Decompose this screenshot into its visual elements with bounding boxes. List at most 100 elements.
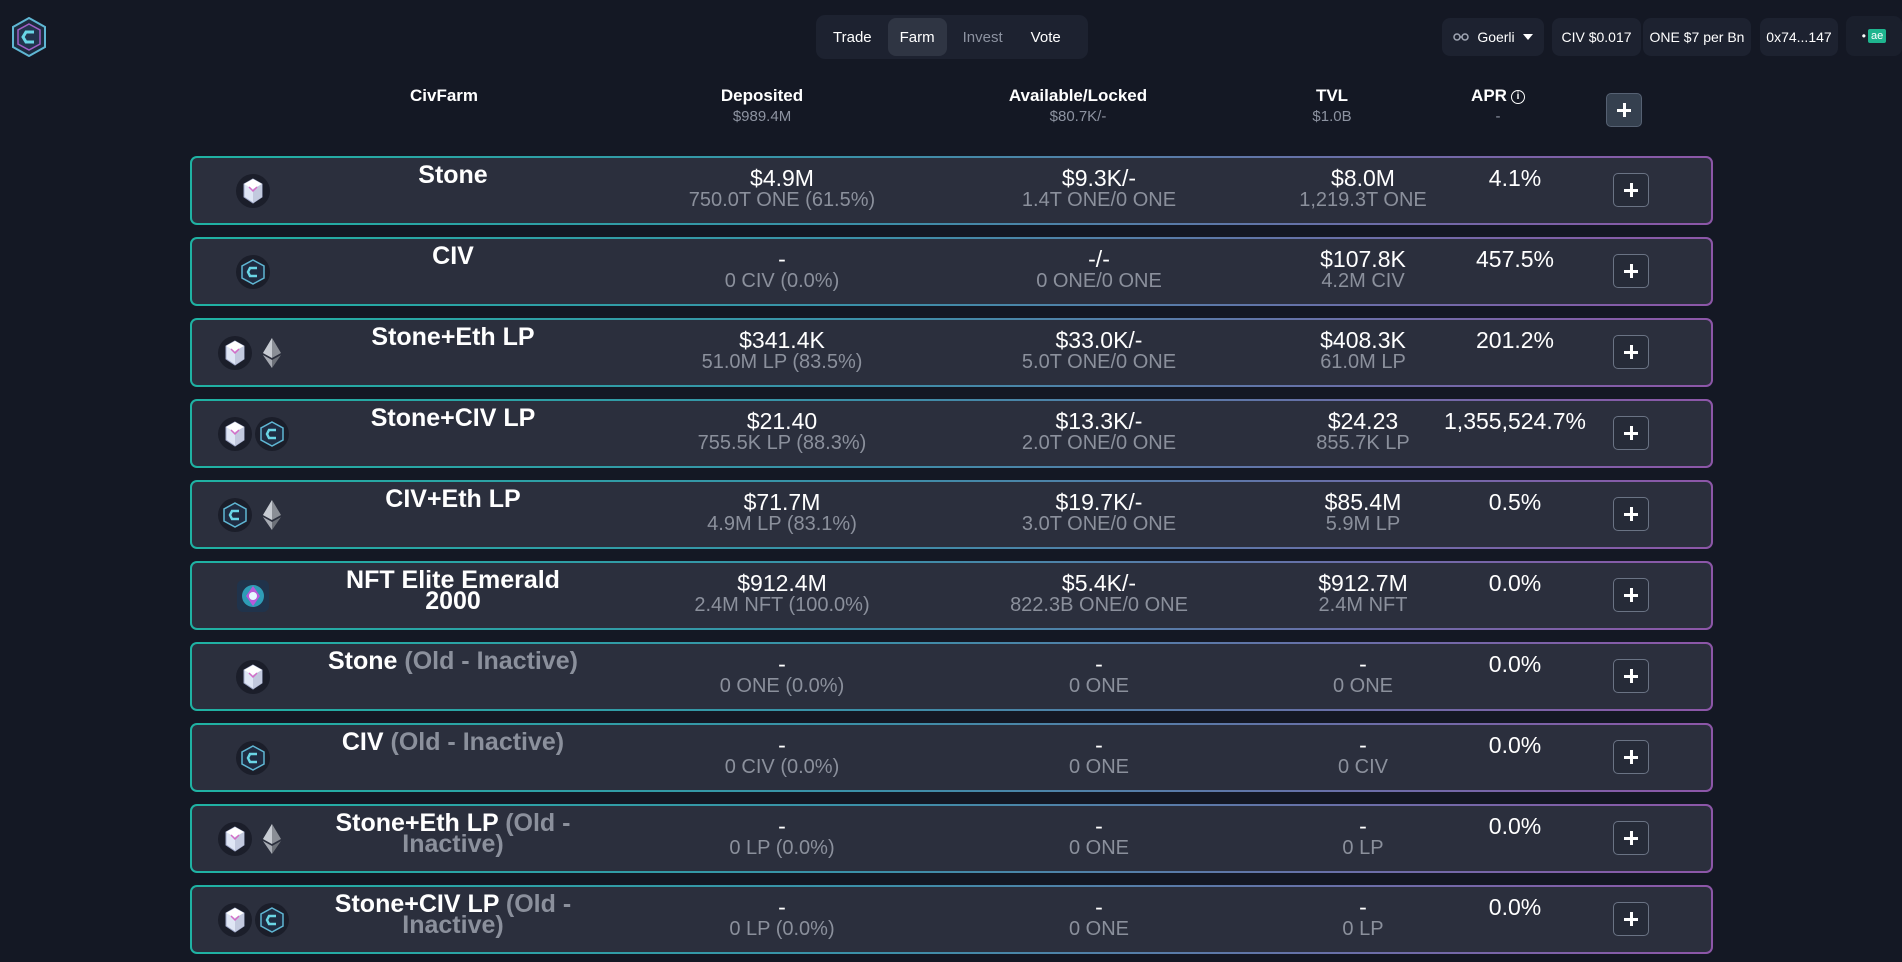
farm-name-label: CIV bbox=[432, 242, 474, 270]
main-nav: Trade Farm Invest Vote bbox=[816, 15, 1088, 59]
deposited-cell: - 0 ONE (0.0%) bbox=[632, 652, 932, 696]
deposited-value: $341.4K bbox=[739, 327, 825, 353]
farm-row[interactable]: NFT Elite Emerald 2000 $912.4M 2.4M NFT … bbox=[190, 561, 1713, 630]
plus-icon bbox=[1624, 831, 1638, 845]
plus-icon bbox=[1617, 103, 1631, 117]
civfarm-logo-icon[interactable] bbox=[11, 16, 47, 58]
deposited-value: $4.9M bbox=[750, 165, 814, 191]
tvl-detail: 0 CIV bbox=[1337, 756, 1389, 778]
farm-name: Stone+CIV LP (Old - Inactive) bbox=[318, 892, 588, 938]
network-selector[interactable]: Goerli bbox=[1442, 18, 1544, 56]
chevron-down-icon bbox=[1522, 34, 1533, 40]
expand-row-button[interactable] bbox=[1613, 497, 1649, 531]
goggles-icon bbox=[1453, 32, 1470, 42]
available-detail: 3.0T ONE/0 ONE bbox=[1021, 513, 1177, 535]
stone-token-icon bbox=[218, 821, 252, 856]
expand-row-button[interactable] bbox=[1613, 335, 1649, 369]
civ-token-icon bbox=[255, 902, 289, 937]
farm-name-label: CIV bbox=[341, 728, 384, 756]
available-value: $33.0K/- bbox=[1055, 327, 1143, 353]
deposited-detail: 750.0T ONE (61.5%) bbox=[688, 189, 876, 211]
deposited-detail: 755.5K LP (88.3%) bbox=[697, 432, 867, 454]
farm-name: CIV (Old - Inactive) bbox=[318, 730, 588, 755]
expand-row-button[interactable] bbox=[1613, 173, 1649, 207]
apr-value: 457.5% bbox=[1475, 246, 1554, 272]
column-header-deposited: Deposited $989.4M bbox=[662, 86, 862, 125]
plus-icon bbox=[1624, 426, 1638, 440]
farm-name: NFT Elite Emerald 2000 bbox=[318, 568, 588, 614]
civ-token-icon bbox=[218, 497, 252, 532]
tvl-detail: 61.0M LP bbox=[1320, 351, 1406, 373]
farm-column-title: CivFarm bbox=[409, 86, 479, 105]
token-icons bbox=[218, 401, 289, 466]
expand-row-button[interactable] bbox=[1613, 659, 1649, 693]
farm-row[interactable]: Stone+Eth LP (Old - Inactive) - 0 LP (0.… bbox=[190, 804, 1713, 873]
tab-vote[interactable]: Vote bbox=[1019, 18, 1073, 56]
farm-row[interactable]: CIV (Old - Inactive) - 0 CIV (0.0%) - 0 … bbox=[190, 723, 1713, 792]
account-button[interactable]: 0x74...147 bbox=[1760, 18, 1838, 56]
farm-name-label: Stone+CIV LP bbox=[370, 404, 536, 432]
expand-row-button[interactable] bbox=[1613, 578, 1649, 612]
inactive-label: (Old - Inactive) bbox=[383, 728, 565, 756]
tab-trade[interactable]: Trade bbox=[821, 18, 884, 56]
deposited-cell: $71.7M 4.9M LP (83.1%) bbox=[632, 490, 932, 534]
farm-row[interactable]: CIV - 0 CIV (0.0%) -/- 0 ONE/0 ONE $107.… bbox=[190, 237, 1713, 306]
available-cell: $19.7K/- 3.0T ONE/0 ONE bbox=[949, 490, 1249, 534]
farm-row[interactable]: Stone+Eth LP $341.4K 51.0M LP (83.5%) $3… bbox=[190, 318, 1713, 387]
farm-row-body: Stone+CIV LP (Old - Inactive) - 0 LP (0.… bbox=[192, 887, 1711, 952]
expand-row-button[interactable] bbox=[1613, 902, 1649, 936]
available-cell: -/- 0 ONE/0 ONE bbox=[949, 247, 1249, 291]
info-icon[interactable]: i bbox=[1510, 90, 1525, 104]
token-icons bbox=[236, 239, 270, 304]
wallet-button[interactable]: • ae bbox=[1846, 16, 1902, 56]
deposited-detail: 2.4M NFT (100.0%) bbox=[694, 594, 870, 616]
stone-token-icon bbox=[236, 659, 270, 694]
inactive-label: (Old - Inactive) bbox=[397, 647, 579, 675]
plus-icon bbox=[1624, 345, 1638, 359]
farm-row[interactable]: Stone (Old - Inactive) - 0 ONE (0.0%) - … bbox=[190, 642, 1713, 711]
tvl-detail: 0 LP bbox=[1342, 837, 1384, 859]
tvl-detail: 4.2M CIV bbox=[1321, 270, 1405, 292]
farm-row-body: CIV (Old - Inactive) - 0 CIV (0.0%) - 0 … bbox=[192, 725, 1711, 790]
available-cell: $33.0K/- 5.0T ONE/0 ONE bbox=[949, 328, 1249, 372]
wallet-icon: • ae bbox=[1862, 29, 1887, 43]
available-cell: - 0 ONE bbox=[949, 652, 1249, 696]
available-column-title: Available/Locked bbox=[1008, 86, 1148, 105]
apr-value: 1,355,524.7% bbox=[1444, 408, 1586, 434]
available-value: $13.3K/- bbox=[1055, 408, 1143, 434]
stone-token-icon bbox=[218, 902, 252, 937]
eth-token-icon bbox=[255, 822, 289, 856]
available-cell: $13.3K/- 2.0T ONE/0 ONE bbox=[949, 409, 1249, 453]
civ-price-badge[interactable]: CIV $0.017 bbox=[1552, 18, 1641, 56]
farm-row[interactable]: Stone+CIV LP (Old - Inactive) - 0 LP (0.… bbox=[190, 885, 1713, 954]
farm-row-body: Stone+Eth LP $341.4K 51.0M LP (83.5%) $3… bbox=[192, 320, 1711, 385]
farm-name: Stone+CIV LP bbox=[318, 406, 588, 431]
tab-farm[interactable]: Farm bbox=[887, 18, 947, 56]
farm-row[interactable]: Stone $4.9M 750.0T ONE (61.5%) $9.3K/- 1… bbox=[190, 156, 1713, 225]
expand-row-button[interactable] bbox=[1613, 416, 1649, 450]
farm-name: Stone bbox=[318, 163, 588, 188]
expand-row-button[interactable] bbox=[1613, 254, 1649, 288]
available-cell: - 0 ONE bbox=[949, 895, 1249, 939]
tab-invest[interactable]: Invest bbox=[951, 18, 1015, 56]
civ-token-icon bbox=[236, 254, 270, 289]
deposited-value: - bbox=[778, 813, 786, 839]
add-farm-button[interactable] bbox=[1606, 93, 1642, 127]
deposited-cell: $341.4K 51.0M LP (83.5%) bbox=[632, 328, 932, 372]
deposited-detail: 0 LP (0.0%) bbox=[729, 837, 835, 859]
deposited-value: - bbox=[778, 894, 786, 920]
available-value: - bbox=[1095, 894, 1103, 920]
one-price-badge[interactable]: ONE $7 per Bn bbox=[1643, 18, 1751, 56]
token-icons bbox=[218, 806, 289, 871]
farm-row[interactable]: CIV+Eth LP $71.7M 4.9M LP (83.1%) $19.7K… bbox=[190, 480, 1713, 549]
available-detail: 822.3B ONE/0 ONE bbox=[1010, 594, 1188, 616]
deposited-detail: 0 CIV (0.0%) bbox=[724, 756, 840, 778]
deposited-cell: - 0 LP (0.0%) bbox=[632, 895, 932, 939]
farm-row[interactable]: Stone+CIV LP $21.40 755.5K LP (88.3%) $1… bbox=[190, 399, 1713, 468]
expand-row-button[interactable] bbox=[1613, 821, 1649, 855]
expand-row-button[interactable] bbox=[1613, 740, 1649, 774]
deposited-value: - bbox=[778, 651, 786, 677]
farm-row-body: Stone+Eth LP (Old - Inactive) - 0 LP (0.… bbox=[192, 806, 1711, 871]
apr-cell: 0.0% bbox=[1415, 652, 1615, 676]
plus-icon bbox=[1624, 588, 1638, 602]
